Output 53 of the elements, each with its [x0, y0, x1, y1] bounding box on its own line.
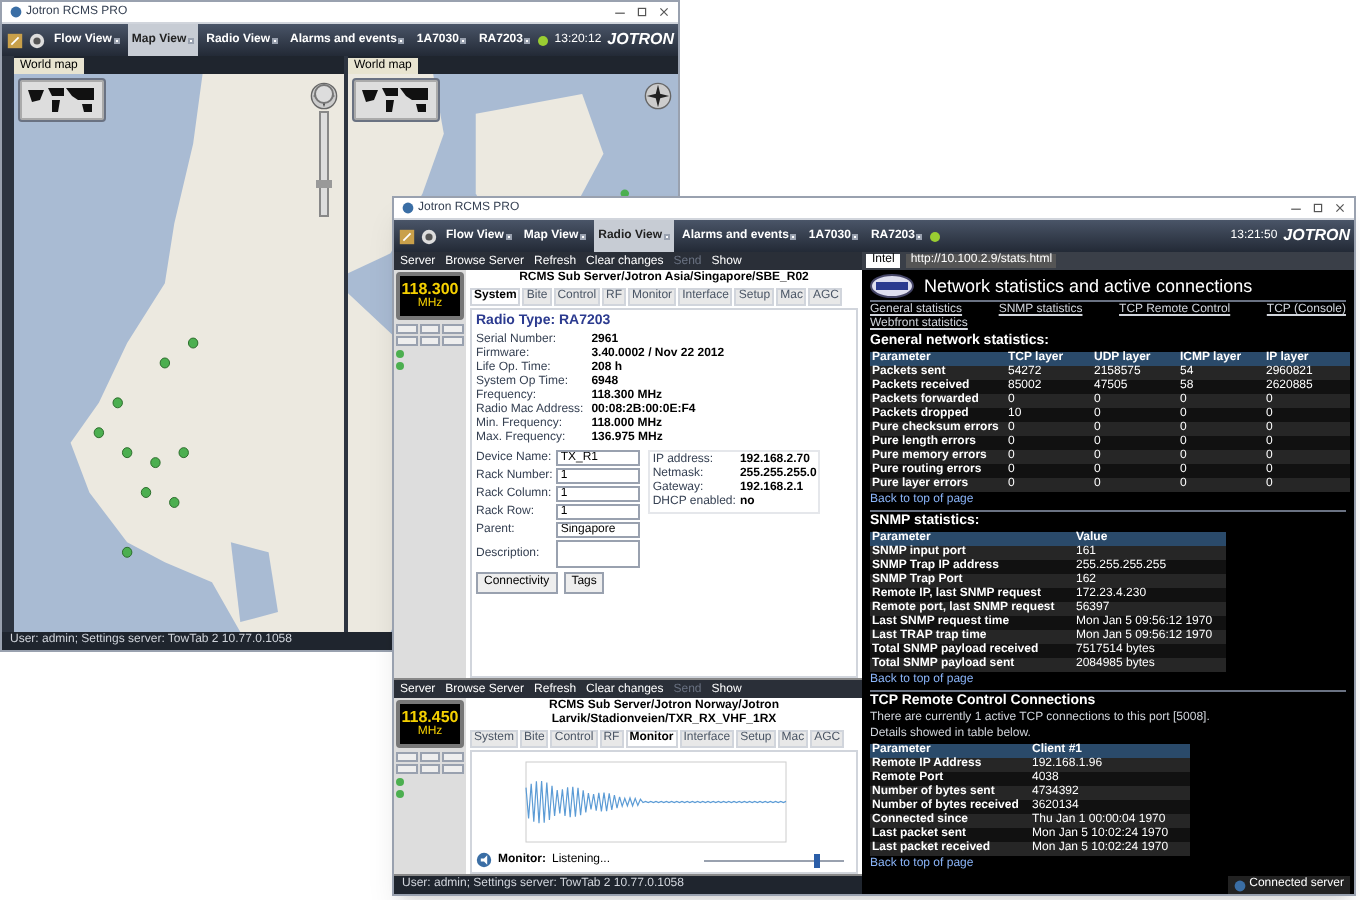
map-marker[interactable] — [150, 457, 161, 469]
logo-icon — [870, 274, 914, 298]
radio-key[interactable] — [442, 336, 464, 346]
world-map-thumbnail[interactable] — [18, 78, 106, 122]
slider-thumb[interactable] — [813, 853, 820, 867]
status-icon — [538, 35, 549, 45]
close-icon — [658, 6, 670, 18]
server-icon — [1233, 879, 1246, 891]
radio-key[interactable] — [396, 764, 418, 774]
map-marker[interactable] — [93, 427, 105, 439]
status-led — [396, 790, 404, 798]
radio-key[interactable] — [396, 336, 418, 346]
radio-key[interactable] — [442, 324, 464, 334]
status-led — [396, 362, 404, 370]
maximize-icon — [636, 6, 648, 18]
map-marker[interactable] — [187, 337, 199, 349]
radio-key[interactable] — [396, 752, 418, 762]
radio-key[interactable] — [419, 752, 441, 762]
map-marker[interactable] — [121, 447, 133, 459]
brand-logo: JOTRON — [1283, 224, 1350, 248]
compass-icon — [644, 82, 672, 110]
world-map-icon — [356, 82, 436, 118]
frequency-reading: 118.300 — [401, 280, 459, 298]
edit-icon — [6, 31, 24, 49]
radio-key[interactable] — [442, 752, 464, 762]
radio-key[interactable] — [396, 324, 418, 334]
world-map-icon — [22, 82, 102, 118]
radio-key[interactable] — [419, 324, 441, 334]
map-marker[interactable] — [112, 397, 123, 409]
map-marker[interactable] — [178, 447, 189, 459]
map-marker[interactable] — [169, 497, 180, 508]
maximize-icon — [1312, 202, 1324, 214]
map-marker[interactable] — [159, 357, 171, 369]
status-led — [396, 350, 404, 358]
app-icon — [402, 202, 414, 214]
status-led — [396, 778, 404, 786]
radio-key[interactable] — [419, 336, 441, 346]
gear-icon — [420, 227, 438, 245]
map-marker[interactable] — [140, 487, 152, 498]
brand-logo: JOTRON — [607, 28, 674, 52]
radio-key[interactable] — [419, 764, 441, 774]
page-title: Network statistics and active connections — [924, 275, 1253, 297]
frequency-reading: 118.450 — [401, 708, 459, 726]
close-icon — [1334, 202, 1346, 214]
edit-icon — [398, 227, 416, 245]
input-field[interactable] — [556, 540, 641, 568]
map-marker[interactable] — [121, 546, 133, 558]
world-map-thumbnail[interactable] — [352, 78, 440, 122]
app-icon — [10, 6, 22, 18]
status-icon — [930, 231, 941, 241]
speaker-icon — [476, 852, 492, 868]
radio-key[interactable] — [442, 764, 464, 774]
gear-icon — [28, 31, 46, 49]
